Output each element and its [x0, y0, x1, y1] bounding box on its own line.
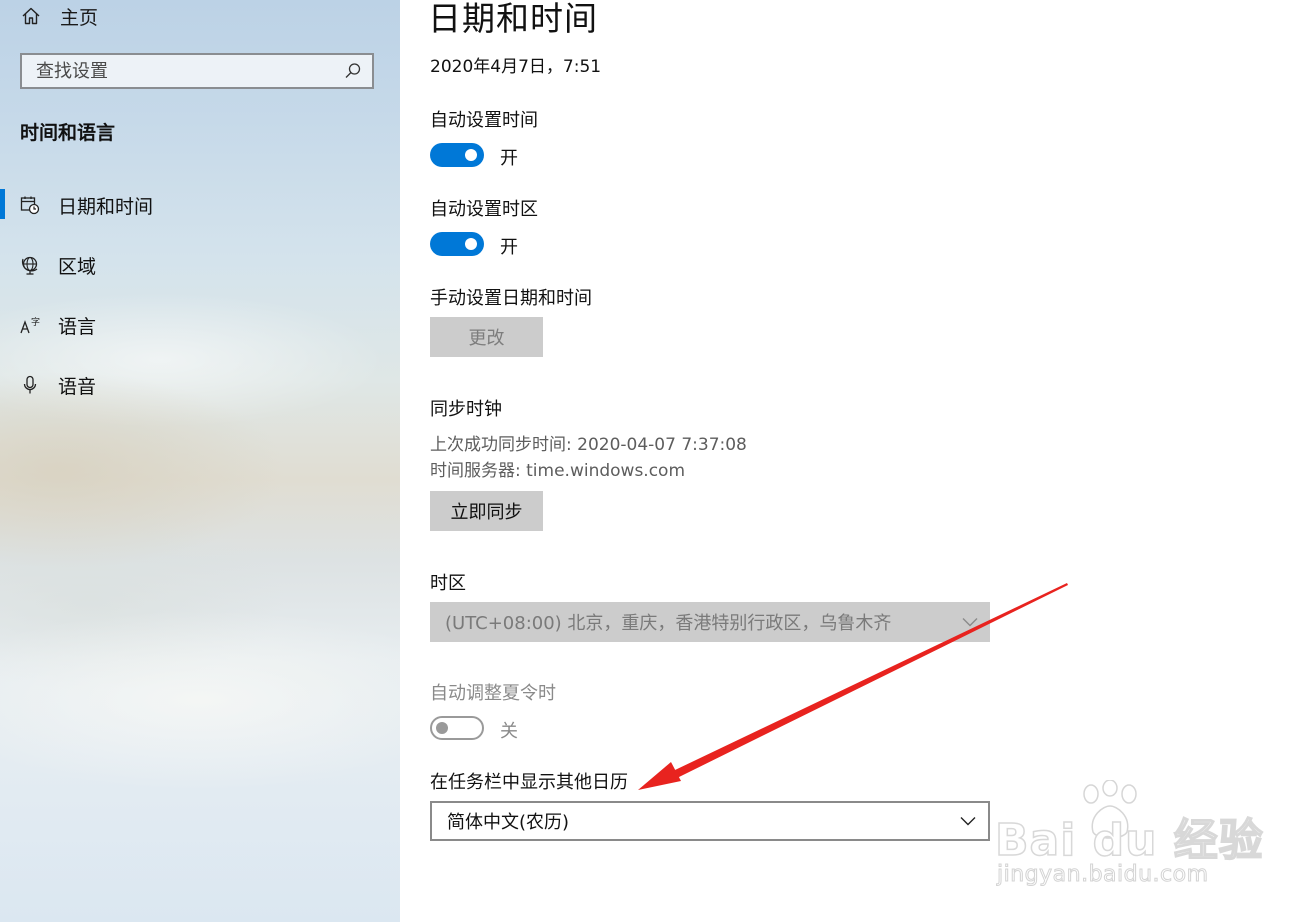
auto-timezone-label: 自动设置时区 — [430, 199, 538, 220]
sync-clock-label: 同步时钟 — [430, 399, 502, 420]
home-label: 主页 — [60, 6, 99, 29]
current-datetime: 2020年4月7日，7:51 — [430, 57, 602, 77]
sidebar-item-label: 日期和时间 — [58, 195, 154, 218]
calendar-value: 简体中文(农历) — [447, 812, 570, 833]
other-calendar-label: 在任务栏中显示其他日历 — [430, 772, 628, 793]
toggle-knob — [436, 722, 448, 734]
time-server-text: 时间服务器: time.windows.com — [430, 461, 686, 481]
auto-timezone-state: 开 — [500, 237, 518, 258]
calendar-dropdown[interactable]: 简体中文(农历) — [430, 801, 990, 841]
sidebar: 主页 时间和语言 日期和时间 区域 字 语言 语音 — [0, 0, 400, 922]
toggle-knob — [465, 149, 477, 161]
change-button[interactable]: 更改 — [430, 317, 543, 357]
svg-text:字: 字 — [31, 316, 40, 328]
dst-toggle[interactable] — [430, 716, 484, 740]
chevron-down-icon — [960, 612, 980, 632]
timezone-label: 时区 — [430, 573, 466, 594]
baidu-jingyan-watermark: Bai du 经验 jingyan.baidu.com — [994, 780, 1264, 890]
section-title: 时间和语言 — [20, 122, 116, 144]
search-icon[interactable] — [342, 60, 364, 82]
sidebar-item-language[interactable]: 字 语言 — [0, 305, 400, 345]
page-title: 日期和时间 — [428, 0, 598, 38]
sidebar-item-label: 语言 — [58, 315, 97, 338]
timezone-dropdown[interactable]: (UTC+08:00) 北京，重庆，香港特别行政区，乌鲁木齐 — [430, 602, 990, 642]
sidebar-item-label: 区域 — [58, 255, 97, 278]
auto-time-label: 自动设置时间 — [430, 110, 538, 131]
calendar-clock-icon — [19, 194, 41, 216]
sidebar-item-label: 语音 — [58, 375, 97, 398]
sidebar-item-region[interactable]: 区域 — [0, 245, 400, 285]
dst-label: 自动调整夏令时 — [430, 683, 556, 704]
globe-icon — [19, 254, 41, 276]
chevron-down-icon — [958, 811, 978, 831]
manual-datetime-label: 手动设置日期和时间 — [430, 288, 592, 309]
auto-timezone-toggle[interactable] — [430, 232, 484, 256]
timezone-value: (UTC+08:00) 北京，重庆，香港特别行政区，乌鲁木齐 — [445, 613, 892, 634]
watermark-url: jingyan.baidu.com — [997, 862, 1209, 888]
sync-now-button[interactable]: 立即同步 — [430, 491, 543, 531]
auto-time-toggle[interactable] — [430, 143, 484, 167]
watermark-brand: Bai du 经验 — [994, 814, 1264, 867]
microphone-icon — [19, 374, 41, 396]
language-icon: 字 — [19, 314, 41, 336]
search-input[interactable] — [22, 60, 342, 82]
home-link[interactable]: 主页 — [20, 3, 98, 29]
toggle-knob — [465, 238, 477, 250]
auto-time-state: 开 — [500, 148, 518, 169]
dst-state: 关 — [500, 721, 518, 742]
sidebar-item-date-time[interactable]: 日期和时间 — [0, 185, 400, 225]
selected-indicator — [0, 189, 5, 219]
home-icon — [20, 5, 42, 27]
last-sync-text: 上次成功同步时间: 2020-04-07 7:37:08 — [430, 435, 747, 455]
sidebar-item-speech[interactable]: 语音 — [0, 365, 400, 405]
search-box[interactable] — [20, 53, 374, 89]
